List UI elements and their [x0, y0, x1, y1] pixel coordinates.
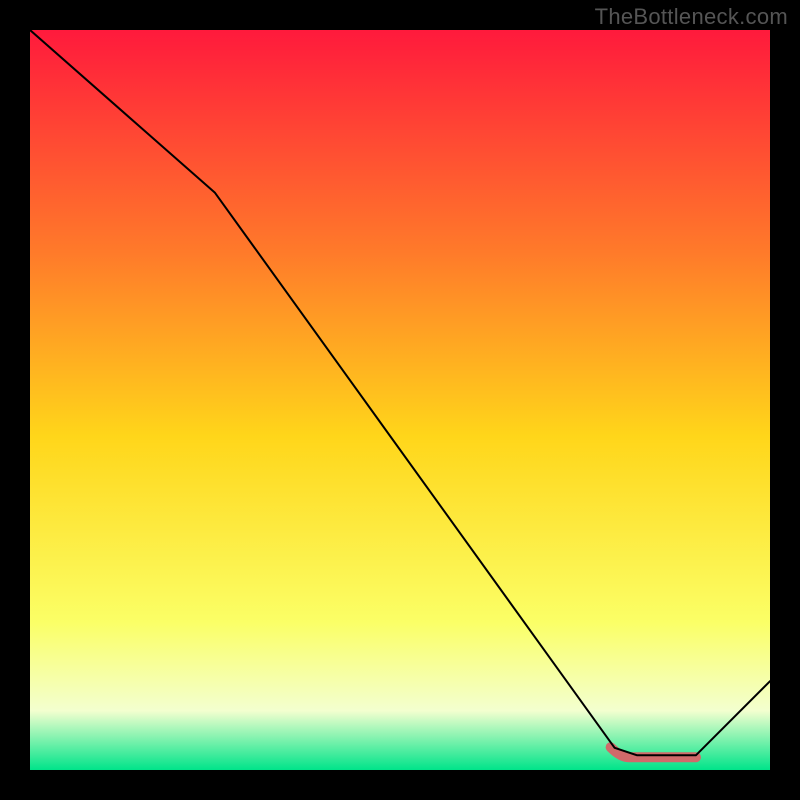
chart-svg: [30, 30, 770, 770]
gradient-background: [30, 30, 770, 770]
watermark-text: TheBottleneck.com: [595, 4, 788, 30]
chart-frame: TheBottleneck.com: [0, 0, 800, 800]
plot-area: [30, 30, 770, 770]
